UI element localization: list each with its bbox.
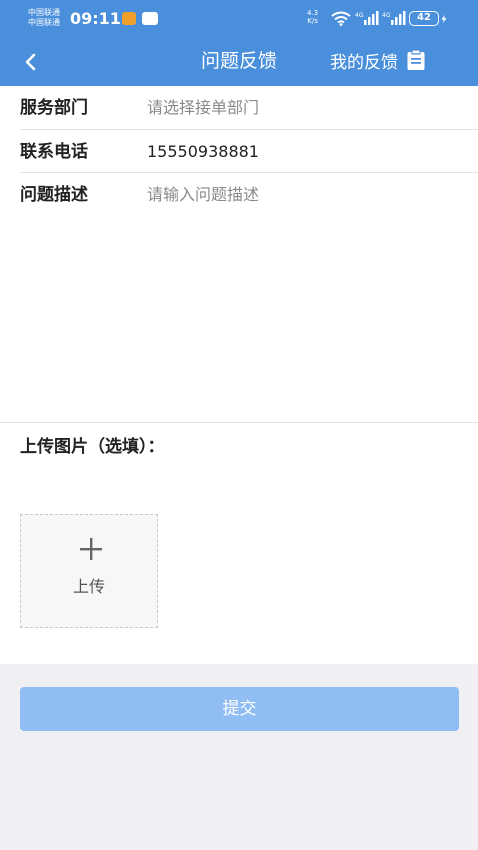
signal-4g-icon-2: 4G <box>382 10 406 30</box>
upload-image-button[interactable]: 上传 <box>20 514 158 628</box>
charging-icon <box>441 15 447 23</box>
phone-label: 联系电话 <box>20 142 88 162</box>
battery-indicator: 42 <box>409 11 439 26</box>
app-notification-icon <box>122 12 136 25</box>
chevron-left-icon <box>25 53 36 71</box>
wifi-icon <box>331 11 351 26</box>
description-textarea[interactable] <box>147 174 457 420</box>
department-label: 服务部门 <box>20 98 88 118</box>
my-feedback-label: 我的反馈 <box>330 52 398 73</box>
bird-notification-icon <box>142 12 158 25</box>
network-speed: 4.3 K/s <box>307 9 319 25</box>
upload-button-label: 上传 <box>72 577 105 596</box>
feedback-form: 服务部门 请选择接单部门 联系电话 15550938881 问题描述 请输入问题… <box>0 86 478 664</box>
signal-4g-icon: 4G <box>355 10 379 30</box>
clipboard-icon <box>407 49 425 70</box>
department-row[interactable]: 服务部门 请选择接单部门 <box>0 86 478 130</box>
divider <box>0 422 478 423</box>
description-label: 问题描述 <box>20 185 88 205</box>
my-feedback-button[interactable]: 我的反馈 <box>330 46 426 74</box>
top-bar: 中国联通 中国联通 09:11 4.3 K/s 4G 4G 42 问题反馈 我的… <box>0 0 478 86</box>
status-time: 09:11 <box>70 9 121 28</box>
svg-text:4G: 4G <box>355 12 364 19</box>
back-button[interactable] <box>18 48 44 76</box>
phone-input[interactable]: 15550938881 <box>147 130 259 174</box>
upload-label: 上传图片（选填）： <box>20 437 165 457</box>
phone-row: 联系电话 15550938881 <box>0 130 478 174</box>
plus-icon <box>80 538 102 560</box>
department-select[interactable]: 请选择接单部门 <box>147 86 259 130</box>
status-bar: 中国联通 中国联通 09:11 4.3 K/s 4G 4G 42 <box>0 0 478 38</box>
svg-text:4G: 4G <box>382 12 391 19</box>
submit-button[interactable]: 提交 <box>20 687 459 731</box>
carrier-info: 中国联通 中国联通 <box>28 8 60 27</box>
